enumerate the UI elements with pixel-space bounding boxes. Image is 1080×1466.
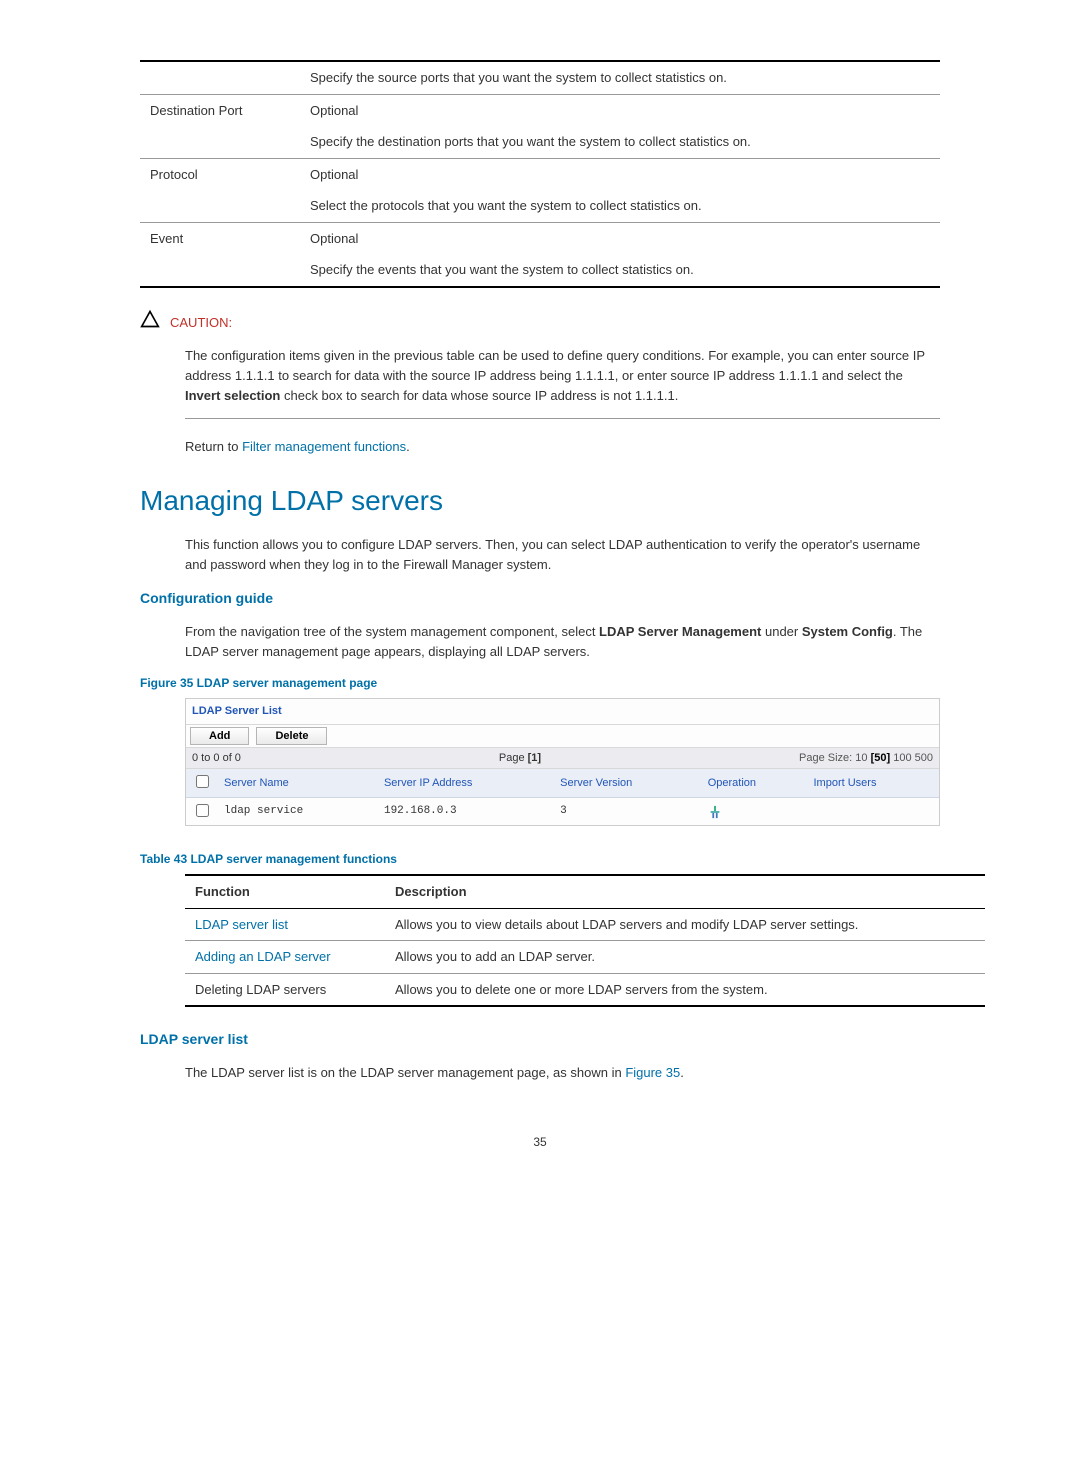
figure35-caption: Figure 35 LDAP server management page	[140, 674, 940, 692]
ldap-pager: 0 to 0 of 0 Page [1] Page Size: 10 [50] …	[186, 748, 939, 770]
caution-header: CAUTION:	[140, 308, 940, 338]
intro-text: This function allows you to configure LD…	[185, 535, 940, 574]
cell-server-ip: 192.168.0.3	[378, 797, 554, 825]
cg-b2: System Config	[802, 624, 893, 639]
pager-right: Page Size: 10 [50] 100 500	[799, 750, 933, 767]
lls-pre: The LDAP server list is on the LDAP serv…	[185, 1065, 625, 1080]
ldap-server-list-heading: LDAP server list	[140, 1029, 940, 1050]
col-server-name[interactable]: Server Name	[218, 769, 378, 797]
add-button[interactable]: Add	[190, 727, 249, 745]
desc-adding-ldap: Allows you to add an LDAP server.	[385, 941, 985, 974]
th-function: Function	[185, 875, 385, 908]
caution-label: CAUTION:	[170, 313, 232, 333]
caution-icon	[140, 308, 160, 338]
return-suffix: .	[406, 439, 410, 454]
row1-l2: Specify the destination ports that you w…	[300, 126, 940, 158]
return-prefix: Return to	[185, 439, 242, 454]
pager-left: 0 to 0 of 0	[192, 750, 241, 767]
pager-mid-prefix: Page	[499, 752, 528, 764]
row-checkbox[interactable]	[196, 804, 209, 817]
config-guide-heading: Configuration guide	[140, 588, 940, 609]
func-deleting-ldap: Deleting LDAP servers	[195, 982, 326, 997]
caution-body: The configuration items given in the pre…	[185, 338, 940, 419]
lls-post: .	[680, 1065, 684, 1080]
figure35-link[interactable]: Figure 35	[625, 1065, 680, 1080]
table-row: Deleting LDAP servers Allows you to dele…	[185, 973, 985, 1006]
config-guide-text: From the navigation tree of the system m…	[185, 622, 940, 661]
page-size-500[interactable]: 500	[915, 752, 933, 764]
return-line: Return to Filter management functions.	[185, 437, 940, 457]
ldap-server-list-panel: LDAP Server List Add Delete 0 to 0 of 0 …	[185, 698, 940, 826]
func-ldap-server-list[interactable]: LDAP server list	[195, 917, 288, 932]
select-all-checkbox[interactable]	[196, 775, 209, 788]
row2-label: Protocol	[140, 158, 300, 222]
cg-mid: under	[761, 624, 801, 639]
page-number: 35	[140, 1133, 940, 1151]
col-import-users[interactable]: Import Users	[807, 769, 939, 797]
table-row: ldap service 192.168.0.3 3	[186, 797, 939, 825]
cell-server-name: ldap service	[218, 797, 378, 825]
caution-text-after: check box to search for data whose sourc…	[280, 388, 678, 403]
th-description: Description	[385, 875, 985, 908]
caution-bold: Invert selection	[185, 388, 280, 403]
row3-l2: Specify the events that you want the sys…	[300, 254, 940, 287]
col-server-version[interactable]: Server Version	[554, 769, 702, 797]
cg-pre: From the navigation tree of the system m…	[185, 624, 599, 639]
caution-text-before: The configuration items given in the pre…	[185, 348, 925, 383]
return-link[interactable]: Filter management functions	[242, 439, 406, 454]
row3-l1: Optional	[300, 222, 940, 254]
col-operation[interactable]: Operation	[702, 769, 808, 797]
ldap-toolbar: Add Delete	[186, 724, 939, 748]
delete-button[interactable]: Delete	[256, 727, 327, 745]
row2-l1: Optional	[300, 158, 940, 190]
page-title: Managing LDAP servers	[140, 480, 940, 522]
desc-ldap-server-list: Allows you to view details about LDAP se…	[385, 908, 985, 941]
functions-table: Function Description LDAP server list Al…	[185, 874, 985, 1007]
page-size-100[interactable]: 100	[893, 752, 911, 764]
pager-right-prefix: Page Size:	[799, 752, 855, 764]
pager-mid-num: [1]	[528, 752, 541, 764]
func-adding-ldap[interactable]: Adding an LDAP server	[195, 949, 331, 964]
row0-desc: Specify the source ports that you want t…	[300, 61, 940, 94]
table-row: Adding an LDAP server Allows you to add …	[185, 941, 985, 974]
row1-l1: Optional	[300, 94, 940, 126]
row1-label: Destination Port	[140, 94, 300, 158]
page-size-10[interactable]: 10	[855, 752, 867, 764]
ldap-panel-title: LDAP Server List	[186, 699, 939, 724]
page-size-50[interactable]: [50]	[871, 752, 891, 764]
cg-b1: LDAP Server Management	[599, 624, 761, 639]
table43-caption: Table 43 LDAP server management function…	[140, 850, 940, 868]
row3-label: Event	[140, 222, 300, 287]
ldap-grid: Server Name Server IP Address Server Ver…	[186, 769, 939, 825]
edit-icon[interactable]	[708, 805, 722, 819]
row2-l2: Select the protocols that you want the s…	[300, 190, 940, 222]
pager-mid: Page [1]	[499, 750, 541, 767]
table-row: LDAP server list Allows you to view deta…	[185, 908, 985, 941]
col-server-ip[interactable]: Server IP Address	[378, 769, 554, 797]
desc-deleting-ldap: Allows you to delete one or more LDAP se…	[385, 973, 985, 1006]
spec-table: Specify the source ports that you want t…	[140, 60, 940, 288]
ldap-server-list-text: The LDAP server list is on the LDAP serv…	[185, 1063, 940, 1083]
cell-server-version: 3	[554, 797, 702, 825]
